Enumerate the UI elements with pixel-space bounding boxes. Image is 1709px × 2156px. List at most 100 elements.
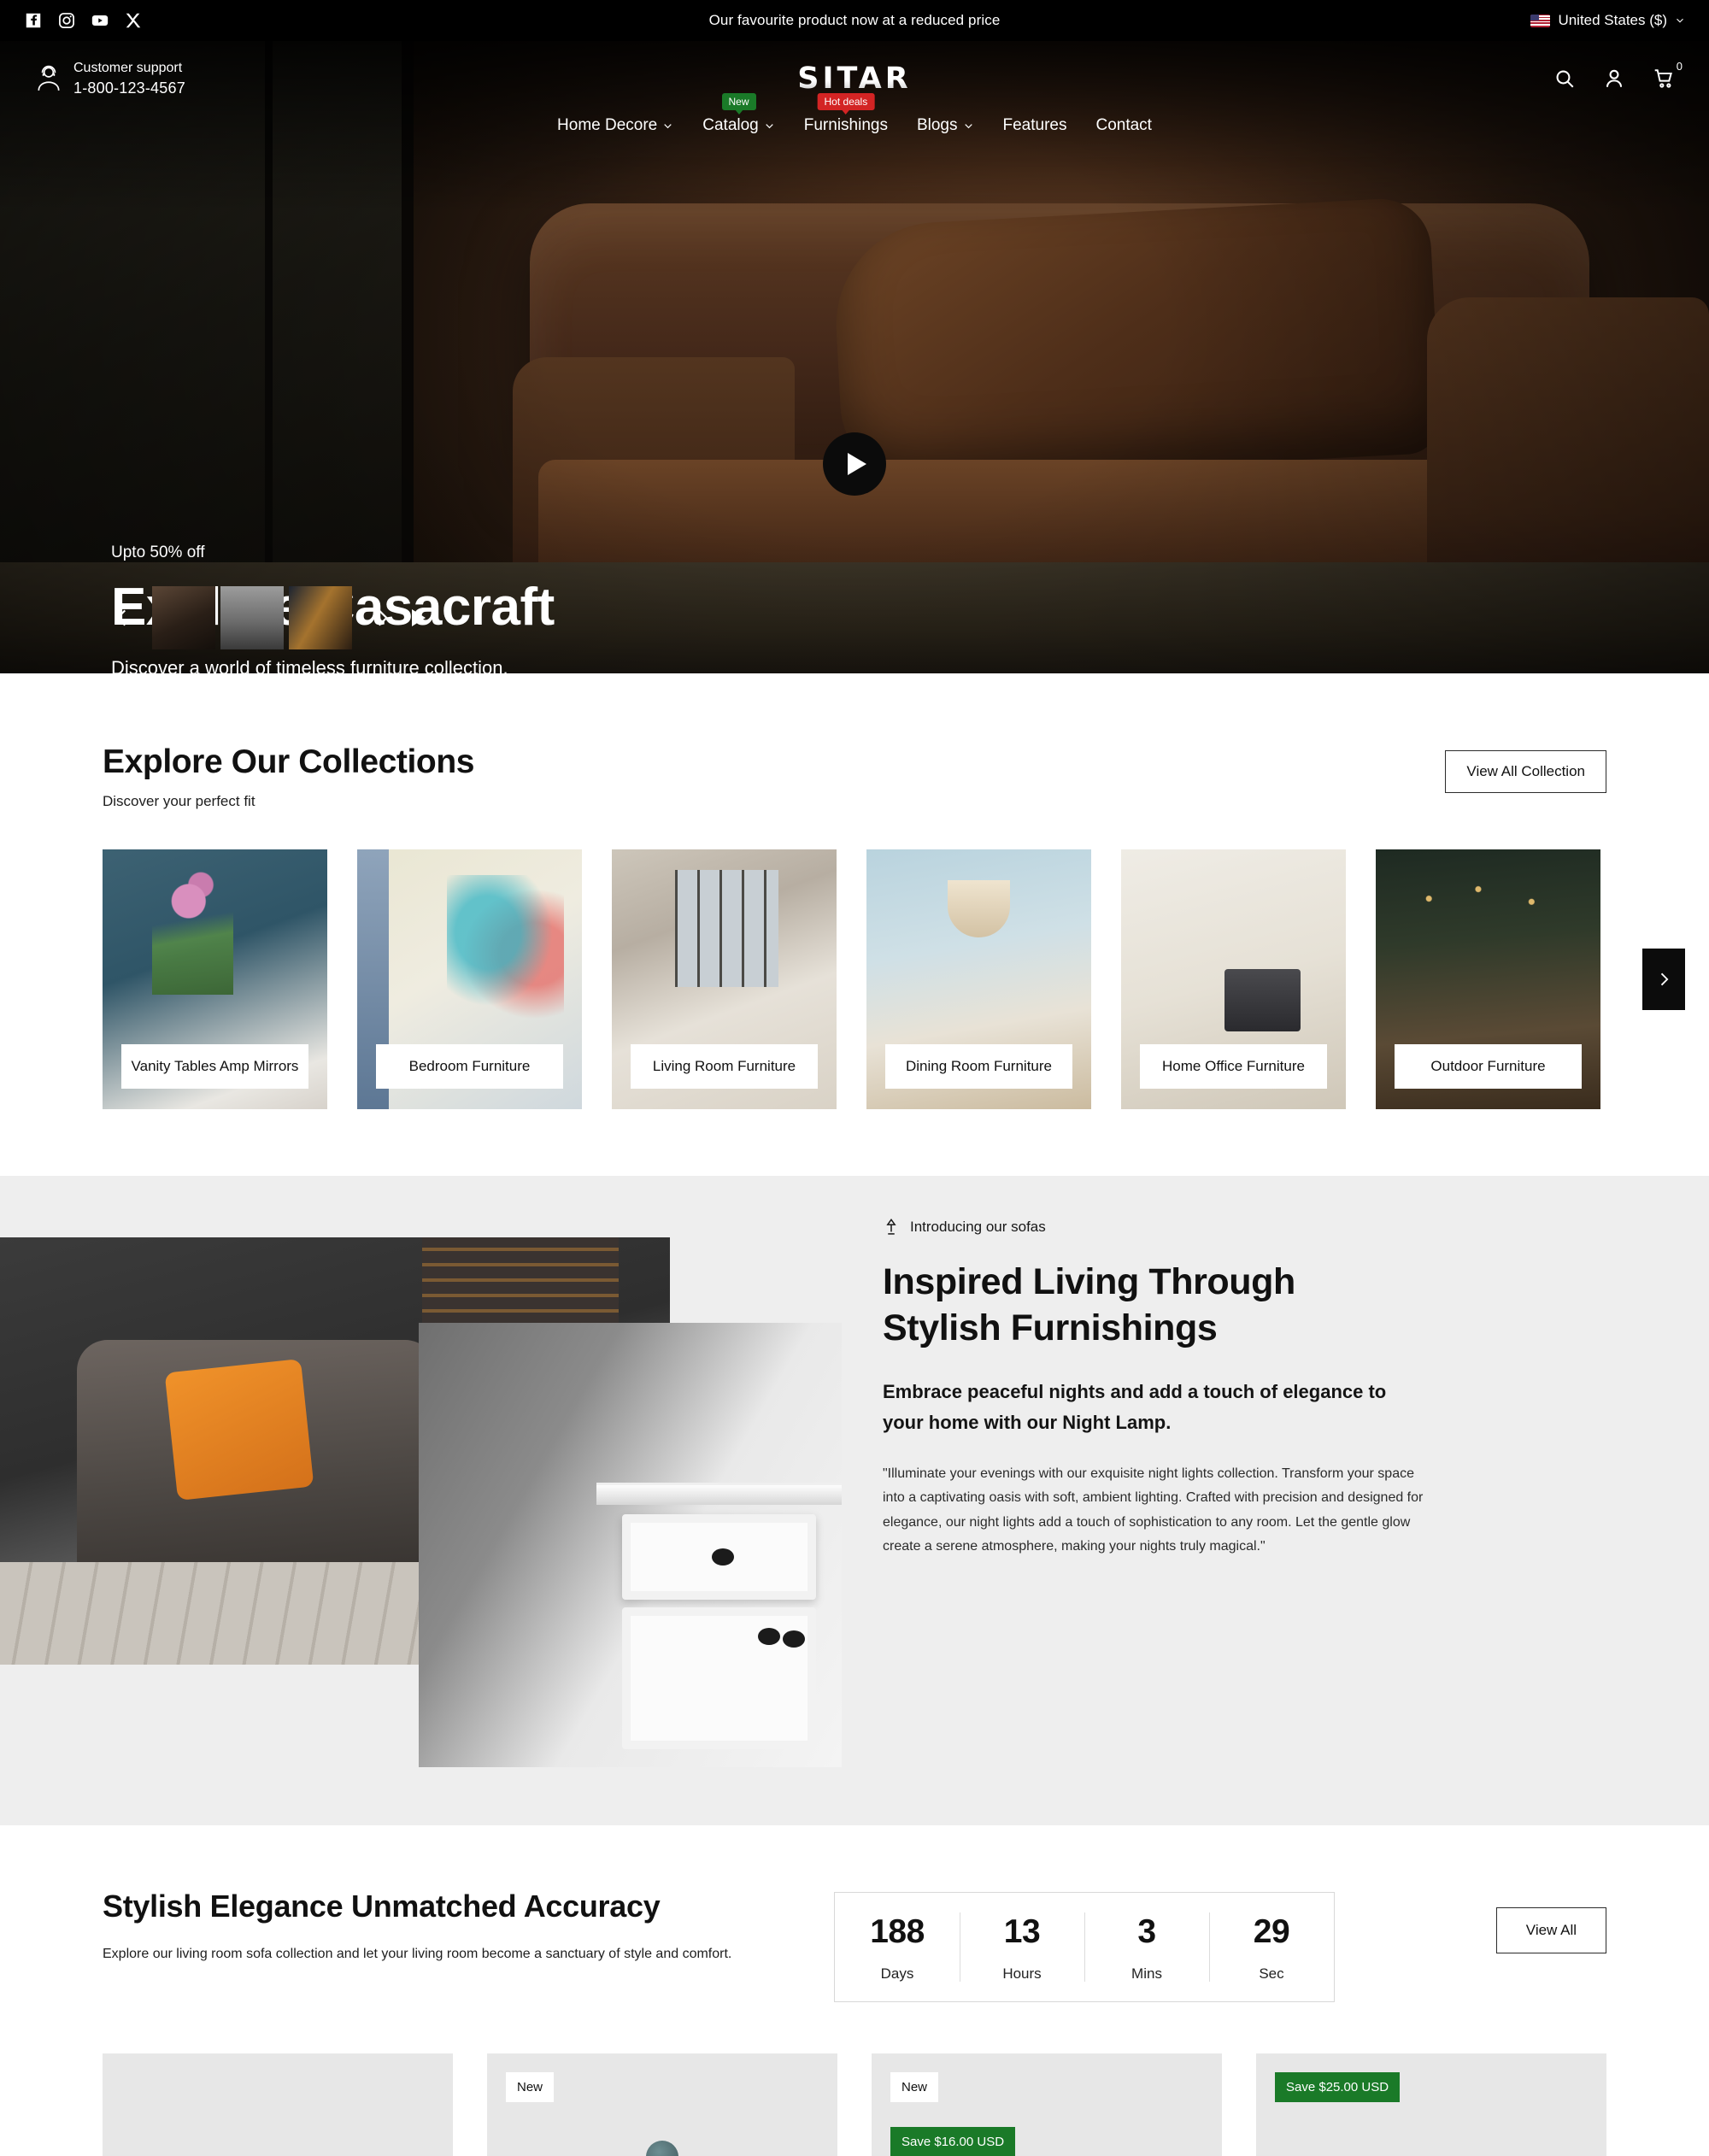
hero-thumbnail-strip xyxy=(152,586,352,649)
play-triangle-icon xyxy=(848,453,866,475)
view-all-collection-button[interactable]: View All Collection xyxy=(1445,750,1606,793)
nav-label: Home Decore xyxy=(557,116,658,134)
country-selector-label: United States ($) xyxy=(1558,12,1667,28)
carousel-next-arrow[interactable] xyxy=(371,607,393,629)
us-flag-icon xyxy=(1530,14,1551,27)
nav-label: Catalog xyxy=(702,116,759,134)
nav-item-features[interactable]: Features xyxy=(1003,116,1067,135)
deal-products-row: New New Save $16.00 USD Save $25.00 USD xyxy=(103,2053,1606,2156)
cart-icon[interactable]: 0 xyxy=(1653,60,1683,90)
inspired-lead: Embrace peaceful nights and add a touch … xyxy=(883,1381,1387,1433)
collection-card[interactable]: Outdoor Furniture xyxy=(1376,849,1600,1109)
cart-count-badge: 0 xyxy=(1676,60,1683,73)
product-card[interactable]: New xyxy=(487,2053,837,2156)
instagram-icon[interactable] xyxy=(57,11,76,30)
countdown-sec: 29 Sec xyxy=(1209,1893,1334,2001)
nav-item-blogs[interactable]: Blogs xyxy=(917,116,974,135)
hero-thumbnail[interactable] xyxy=(220,586,284,649)
collection-card[interactable]: Bedroom Furniture xyxy=(357,849,582,1109)
carousel-play-button[interactable] xyxy=(412,609,426,626)
countdown-label: Hours xyxy=(1002,1965,1042,1982)
collection-card[interactable]: Living Room Furniture xyxy=(612,849,837,1109)
youtube-icon[interactable] xyxy=(91,11,109,30)
collection-card[interactable]: Dining Room Furniture xyxy=(866,849,1091,1109)
product-card[interactable]: New Save $16.00 USD xyxy=(872,2053,1222,2156)
inspired-image-cabinet xyxy=(419,1323,842,1767)
nav-item-catalog[interactable]: New Catalog xyxy=(702,93,775,135)
social-links xyxy=(24,11,143,30)
countdown-label: Mins xyxy=(1131,1965,1162,1982)
carousel-prev-arrow[interactable] xyxy=(111,607,133,629)
chevron-down-icon xyxy=(964,123,972,128)
product-card[interactable]: Save $25.00 USD xyxy=(1256,2053,1606,2156)
nav-label: Contact xyxy=(1095,116,1152,134)
search-icon[interactable] xyxy=(1553,68,1576,90)
countdown-hours: 13 Hours xyxy=(960,1893,1084,2001)
product-new-badge: New xyxy=(506,2072,555,2102)
facebook-icon[interactable] xyxy=(24,11,43,30)
countdown-value: 29 xyxy=(1253,1913,1290,1950)
header-actions: 0 xyxy=(1553,60,1683,90)
chevron-right-icon xyxy=(1660,972,1669,986)
play-video-button[interactable] xyxy=(823,432,886,496)
countdown-timer: 188 Days 13 Hours 3 Mins 29 Sec xyxy=(834,1892,1335,2002)
brand-logo[interactable]: SITAR xyxy=(0,62,1709,96)
lamp-icon xyxy=(886,1218,896,1235)
hero-subtitle: Discover a world of timeless furniture c… xyxy=(111,657,508,673)
chevron-down-icon xyxy=(664,123,672,128)
countdown-label: Days xyxy=(880,1965,914,1982)
view-all-button[interactable]: View All xyxy=(1495,1907,1606,1953)
collections-carousel: Vanity Tables Amp Mirrors Bedroom Furnit… xyxy=(103,849,1685,1109)
hero-eyebrow: Upto 50% off xyxy=(111,543,205,561)
countdown-mins: 3 Mins xyxy=(1084,1893,1209,2001)
nav-badge-hot-deals: Hot deals xyxy=(817,93,875,111)
collections-title: Explore Our Collections xyxy=(103,743,475,780)
product-new-badge: New xyxy=(890,2072,939,2102)
countdown-label: Sec xyxy=(1259,1965,1284,1982)
nav-item-contact[interactable]: Contact xyxy=(1095,116,1151,135)
countdown-value: 3 xyxy=(1137,1913,1156,1950)
nav-label: Blogs xyxy=(916,116,958,134)
nav-item-home-decore[interactable]: Home Decore xyxy=(557,116,673,135)
account-icon[interactable] xyxy=(1603,68,1625,90)
support-phone[interactable]: 1-800-123-4567 xyxy=(73,78,185,98)
x-twitter-icon[interactable] xyxy=(124,11,143,30)
inspired-living-section: Introducing our sofas Inspired Living Th… xyxy=(0,1176,1709,1825)
countdown-value: 13 xyxy=(1003,1913,1041,1950)
inspired-title-line2: Stylish Furnishings xyxy=(883,1307,1218,1349)
deal-subtitle: Explore our living room sofa collection … xyxy=(103,1947,732,1961)
support-label: Customer support xyxy=(73,61,183,76)
inspired-eyebrow-label: Introducing our sofas xyxy=(910,1219,1046,1235)
collections-section: Explore Our Collections Discover your pe… xyxy=(0,673,1709,1176)
collection-label: Vanity Tables Amp Mirrors xyxy=(121,1044,308,1089)
customer-support[interactable]: Customer support 1-800-123-4567 xyxy=(34,59,185,98)
collection-card[interactable]: Home Office Furniture xyxy=(1121,849,1346,1109)
headset-support-icon xyxy=(38,65,60,91)
product-image xyxy=(646,2141,678,2156)
product-card[interactable] xyxy=(103,2053,453,2156)
inspired-title: Inspired Living Through Stylish Furnishi… xyxy=(883,1259,1430,1351)
hero-thumbnail[interactable] xyxy=(152,586,215,649)
chevron-down-icon xyxy=(1677,18,1683,23)
main-navigation: Home Decore New Catalog Hot deals Furnis… xyxy=(0,93,1709,149)
hero-carousel-controls xyxy=(111,586,426,649)
inspired-text-block: Introducing our sofas Inspired Living Th… xyxy=(883,1177,1430,1559)
announcement-bar: Our favourite product now at a reduced p… xyxy=(0,0,1709,41)
hero-thumbnail[interactable] xyxy=(289,586,352,649)
collection-label: Dining Room Furniture xyxy=(885,1044,1072,1089)
collection-card[interactable]: Vanity Tables Amp Mirrors xyxy=(103,849,327,1109)
countdown-value: 188 xyxy=(870,1913,925,1950)
hero-banner: Customer support 1-800-123-4567 SITAR 0 xyxy=(0,41,1709,673)
countdown-days: 188 Days xyxy=(835,1893,960,2001)
country-selector[interactable]: United States ($) xyxy=(1530,12,1685,29)
collections-header: Explore Our Collections Discover your pe… xyxy=(103,743,1606,810)
collections-next-arrow[interactable] xyxy=(1642,949,1685,1010)
deal-title: Stylish Elegance Unmatched Accuracy xyxy=(103,1889,661,1924)
deal-header: Stylish Elegance Unmatched Accuracy Expl… xyxy=(103,1889,1606,2002)
nav-item-furnishings[interactable]: Hot deals Furnishings xyxy=(804,93,888,135)
product-save-badge: Save $25.00 USD xyxy=(1275,2072,1401,2102)
announcement-message: Our favourite product now at a reduced p… xyxy=(708,12,1001,28)
site-header: Customer support 1-800-123-4567 SITAR 0 xyxy=(0,41,1709,149)
product-save-badge: Save $16.00 USD xyxy=(890,2127,1016,2156)
chevron-down-icon xyxy=(766,123,773,128)
